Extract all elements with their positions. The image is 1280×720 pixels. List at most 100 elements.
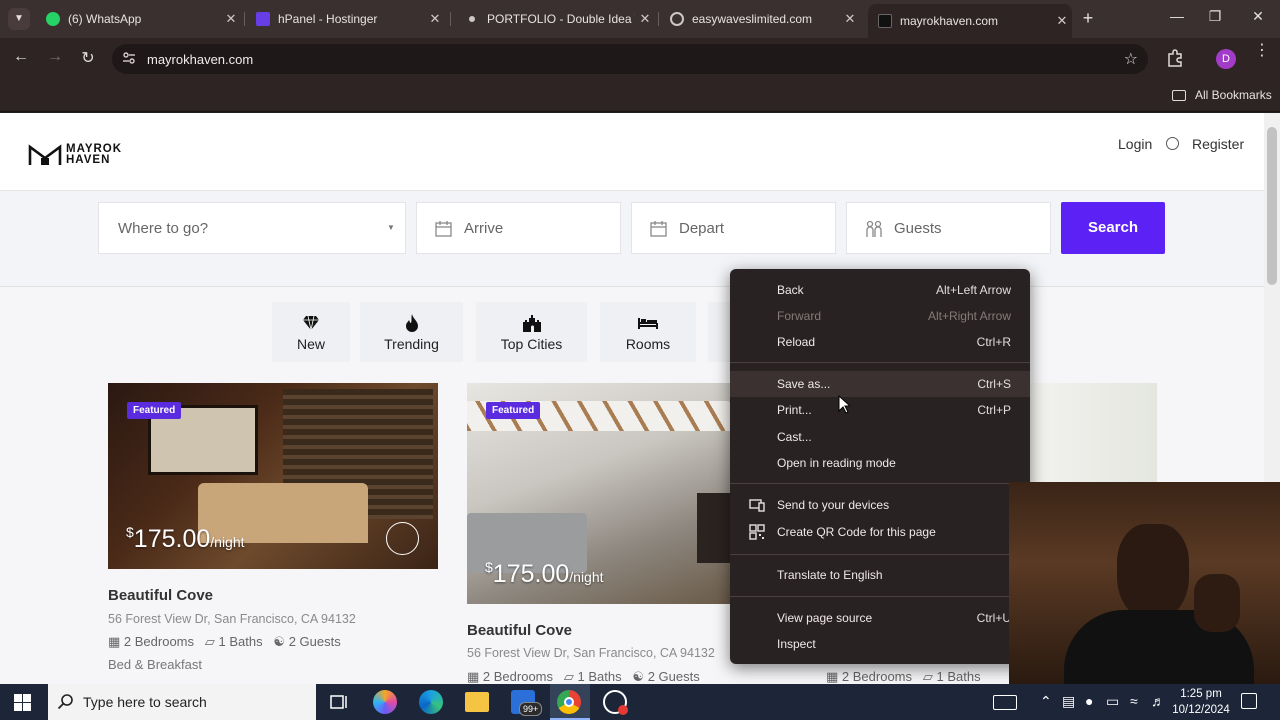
menu-item-view-source[interactable]: View page source Ctrl+U [730, 605, 1030, 631]
listing-price: $175.00/night [485, 559, 604, 589]
extensions-icon[interactable] [1166, 49, 1184, 67]
search-button[interactable]: Search [1061, 202, 1165, 254]
bath-icon: ▱ [922, 669, 933, 684]
listing-image[interactable]: Featured $175.00/night [108, 383, 438, 569]
scrollbar-thumb[interactable] [1267, 127, 1277, 285]
edge-icon[interactable] [419, 690, 443, 714]
site-logo[interactable]: MAYROK HAVEN [28, 143, 122, 167]
favorite-circle-icon[interactable] [386, 522, 419, 555]
chrome-icon[interactable] [557, 690, 581, 714]
depart-date-input[interactable]: Depart [631, 202, 836, 254]
bath-icon: ▱ [563, 669, 574, 684]
category-rooms[interactable]: Rooms [600, 302, 696, 362]
all-bookmarks-button[interactable]: All Bookmarks [1172, 88, 1272, 102]
menu-item-back[interactable]: Back Alt+Left Arrow [730, 277, 1030, 303]
volume-icon[interactable]: ♬ [1151, 693, 1165, 709]
listing-image[interactable] [1030, 383, 1157, 482]
new-tab-button[interactable]: + [1078, 8, 1098, 29]
menu-separator [730, 483, 1030, 484]
category-trending[interactable]: Trending [360, 302, 463, 362]
menu-separator [730, 362, 1030, 363]
category-new[interactable]: New [272, 302, 350, 362]
globe-icon [670, 12, 684, 26]
tab-title: PORTFOLIO - Double Idea Te [487, 12, 635, 26]
keyboard-icon[interactable] [993, 695, 1017, 710]
profile-avatar[interactable]: D [1216, 49, 1236, 69]
menu-item-send-to-devices[interactable]: Send to your devices [730, 492, 1030, 518]
taskbar-search-box[interactable]: Type here to search [48, 684, 316, 720]
guests-input[interactable]: Guests [846, 202, 1051, 254]
menu-item-inspect[interactable]: Inspect [730, 631, 1030, 657]
arrive-date-input[interactable]: Arrive [416, 202, 621, 254]
back-arrow-icon[interactable]: ← [10, 48, 32, 66]
menu-kebab-icon[interactable]: ⋮ [1254, 43, 1270, 59]
close-tab-icon[interactable]: ✕ [840, 11, 860, 27]
menu-item-translate[interactable]: Translate to English [730, 562, 1030, 588]
menu-item-shortcut: Ctrl+U [976, 611, 1011, 625]
search-icon [57, 694, 73, 710]
copilot-icon[interactable] [373, 690, 397, 714]
menu-item-reload[interactable]: Reload Ctrl+R [730, 329, 1030, 355]
task-view-icon[interactable] [327, 690, 351, 714]
site-info-icon[interactable] [122, 51, 136, 65]
windows-start-icon[interactable] [14, 694, 31, 711]
screen-recorder-icon[interactable] [603, 690, 628, 715]
listing-title[interactable]: Beautiful Cove [467, 622, 572, 639]
network-usage-icon[interactable]: ▤ [1062, 693, 1075, 710]
register-link[interactable]: Register [1192, 136, 1244, 152]
forward-arrow-icon[interactable]: → [44, 48, 66, 66]
category-partial[interactable] [708, 302, 730, 362]
listing-price: $175.00/night [126, 524, 245, 554]
tab-hostinger[interactable]: hPanel - Hostinger ✕ [246, 4, 445, 34]
bedrooms-count: 2 Bedrooms [482, 669, 554, 684]
tab-mayrokhaven[interactable]: mayrokhaven.com ✕ [868, 4, 1072, 38]
close-tab-icon[interactable]: ✕ [425, 11, 445, 27]
file-explorer-icon[interactable] [465, 692, 489, 712]
notifications-icon[interactable] [1241, 693, 1257, 709]
destination-select[interactable]: Where to go? ▼ [98, 202, 406, 254]
address-bar[interactable]: mayrokhaven.com ☆ [112, 44, 1148, 74]
tab-search-dropdown[interactable]: ▼ [8, 8, 30, 30]
login-link[interactable]: Login [1118, 136, 1152, 152]
menu-item-save-as[interactable]: Save as... Ctrl+S [730, 371, 1030, 397]
restore-icon[interactable]: ❐ [1205, 8, 1225, 25]
tab-whatsapp[interactable]: (6) WhatsApp ✕ [36, 4, 241, 34]
taskbar-search-placeholder: Type here to search [83, 694, 207, 710]
tab-easywaves[interactable]: easywaveslimited.com ✕ [660, 4, 860, 34]
menu-item-reading-mode[interactable]: Open in reading mode [730, 450, 1030, 476]
tab-separator [450, 12, 451, 26]
menu-item-label: Open in reading mode [777, 456, 896, 470]
menu-item-cast[interactable]: Cast... [730, 424, 1030, 450]
close-tab-icon[interactable]: ✕ [1052, 13, 1072, 29]
taskbar-clock[interactable]: 1:25 pm 10/12/2024 [1168, 686, 1234, 718]
bedrooms-count: 2 Bedrooms [841, 669, 913, 684]
close-window-icon[interactable]: ✕ [1248, 8, 1268, 25]
wifi-icon[interactable]: ≈ [1130, 693, 1138, 709]
menu-item-print[interactable]: Print... Ctrl+P [730, 397, 1030, 423]
menu-item-shortcut: Ctrl+S [977, 377, 1011, 391]
tab-portfolio[interactable]: PORTFOLIO - Double Idea Te ✕ [455, 4, 655, 34]
microphone-icon[interactable]: ● [1085, 693, 1093, 709]
close-tab-icon[interactable]: ✕ [635, 11, 655, 27]
listing-image[interactable]: Featured $175.00/night [467, 383, 730, 604]
chevron-up-icon[interactable]: ⌃ [1040, 693, 1052, 710]
loading-spinner-icon [1166, 137, 1179, 150]
bookmark-star-icon[interactable]: ☆ [1124, 49, 1138, 69]
battery-icon[interactable]: ▭ [1106, 693, 1119, 710]
menu-item-label: Forward [777, 309, 822, 323]
menu-item-qr-code[interactable]: Create QR Code for this page [730, 519, 1030, 545]
guests-placeholder: Guests [894, 220, 942, 237]
reload-icon[interactable]: ↻ [77, 48, 99, 68]
bedrooms-count: 2 Bedrooms [123, 634, 195, 649]
browser-toolbar: ← → ↻ mayrokhaven.com ☆ D ⋮ [0, 38, 1280, 80]
castle-icon [522, 315, 541, 332]
diamond-icon [303, 315, 319, 331]
menu-separator [730, 596, 1030, 597]
close-tab-icon[interactable]: ✕ [221, 11, 241, 27]
menu-item-forward[interactable]: Forward Alt+Right Arrow [730, 303, 1030, 329]
listing-title[interactable]: Beautiful Cove [108, 587, 213, 604]
search-bar: Where to go? ▼ Arrive Depart Guests Sear… [0, 191, 1264, 287]
category-top-cities[interactable]: Top Cities [476, 302, 587, 362]
guests-count: 2 Guests [647, 669, 700, 684]
minimize-icon[interactable]: — [1167, 8, 1187, 24]
